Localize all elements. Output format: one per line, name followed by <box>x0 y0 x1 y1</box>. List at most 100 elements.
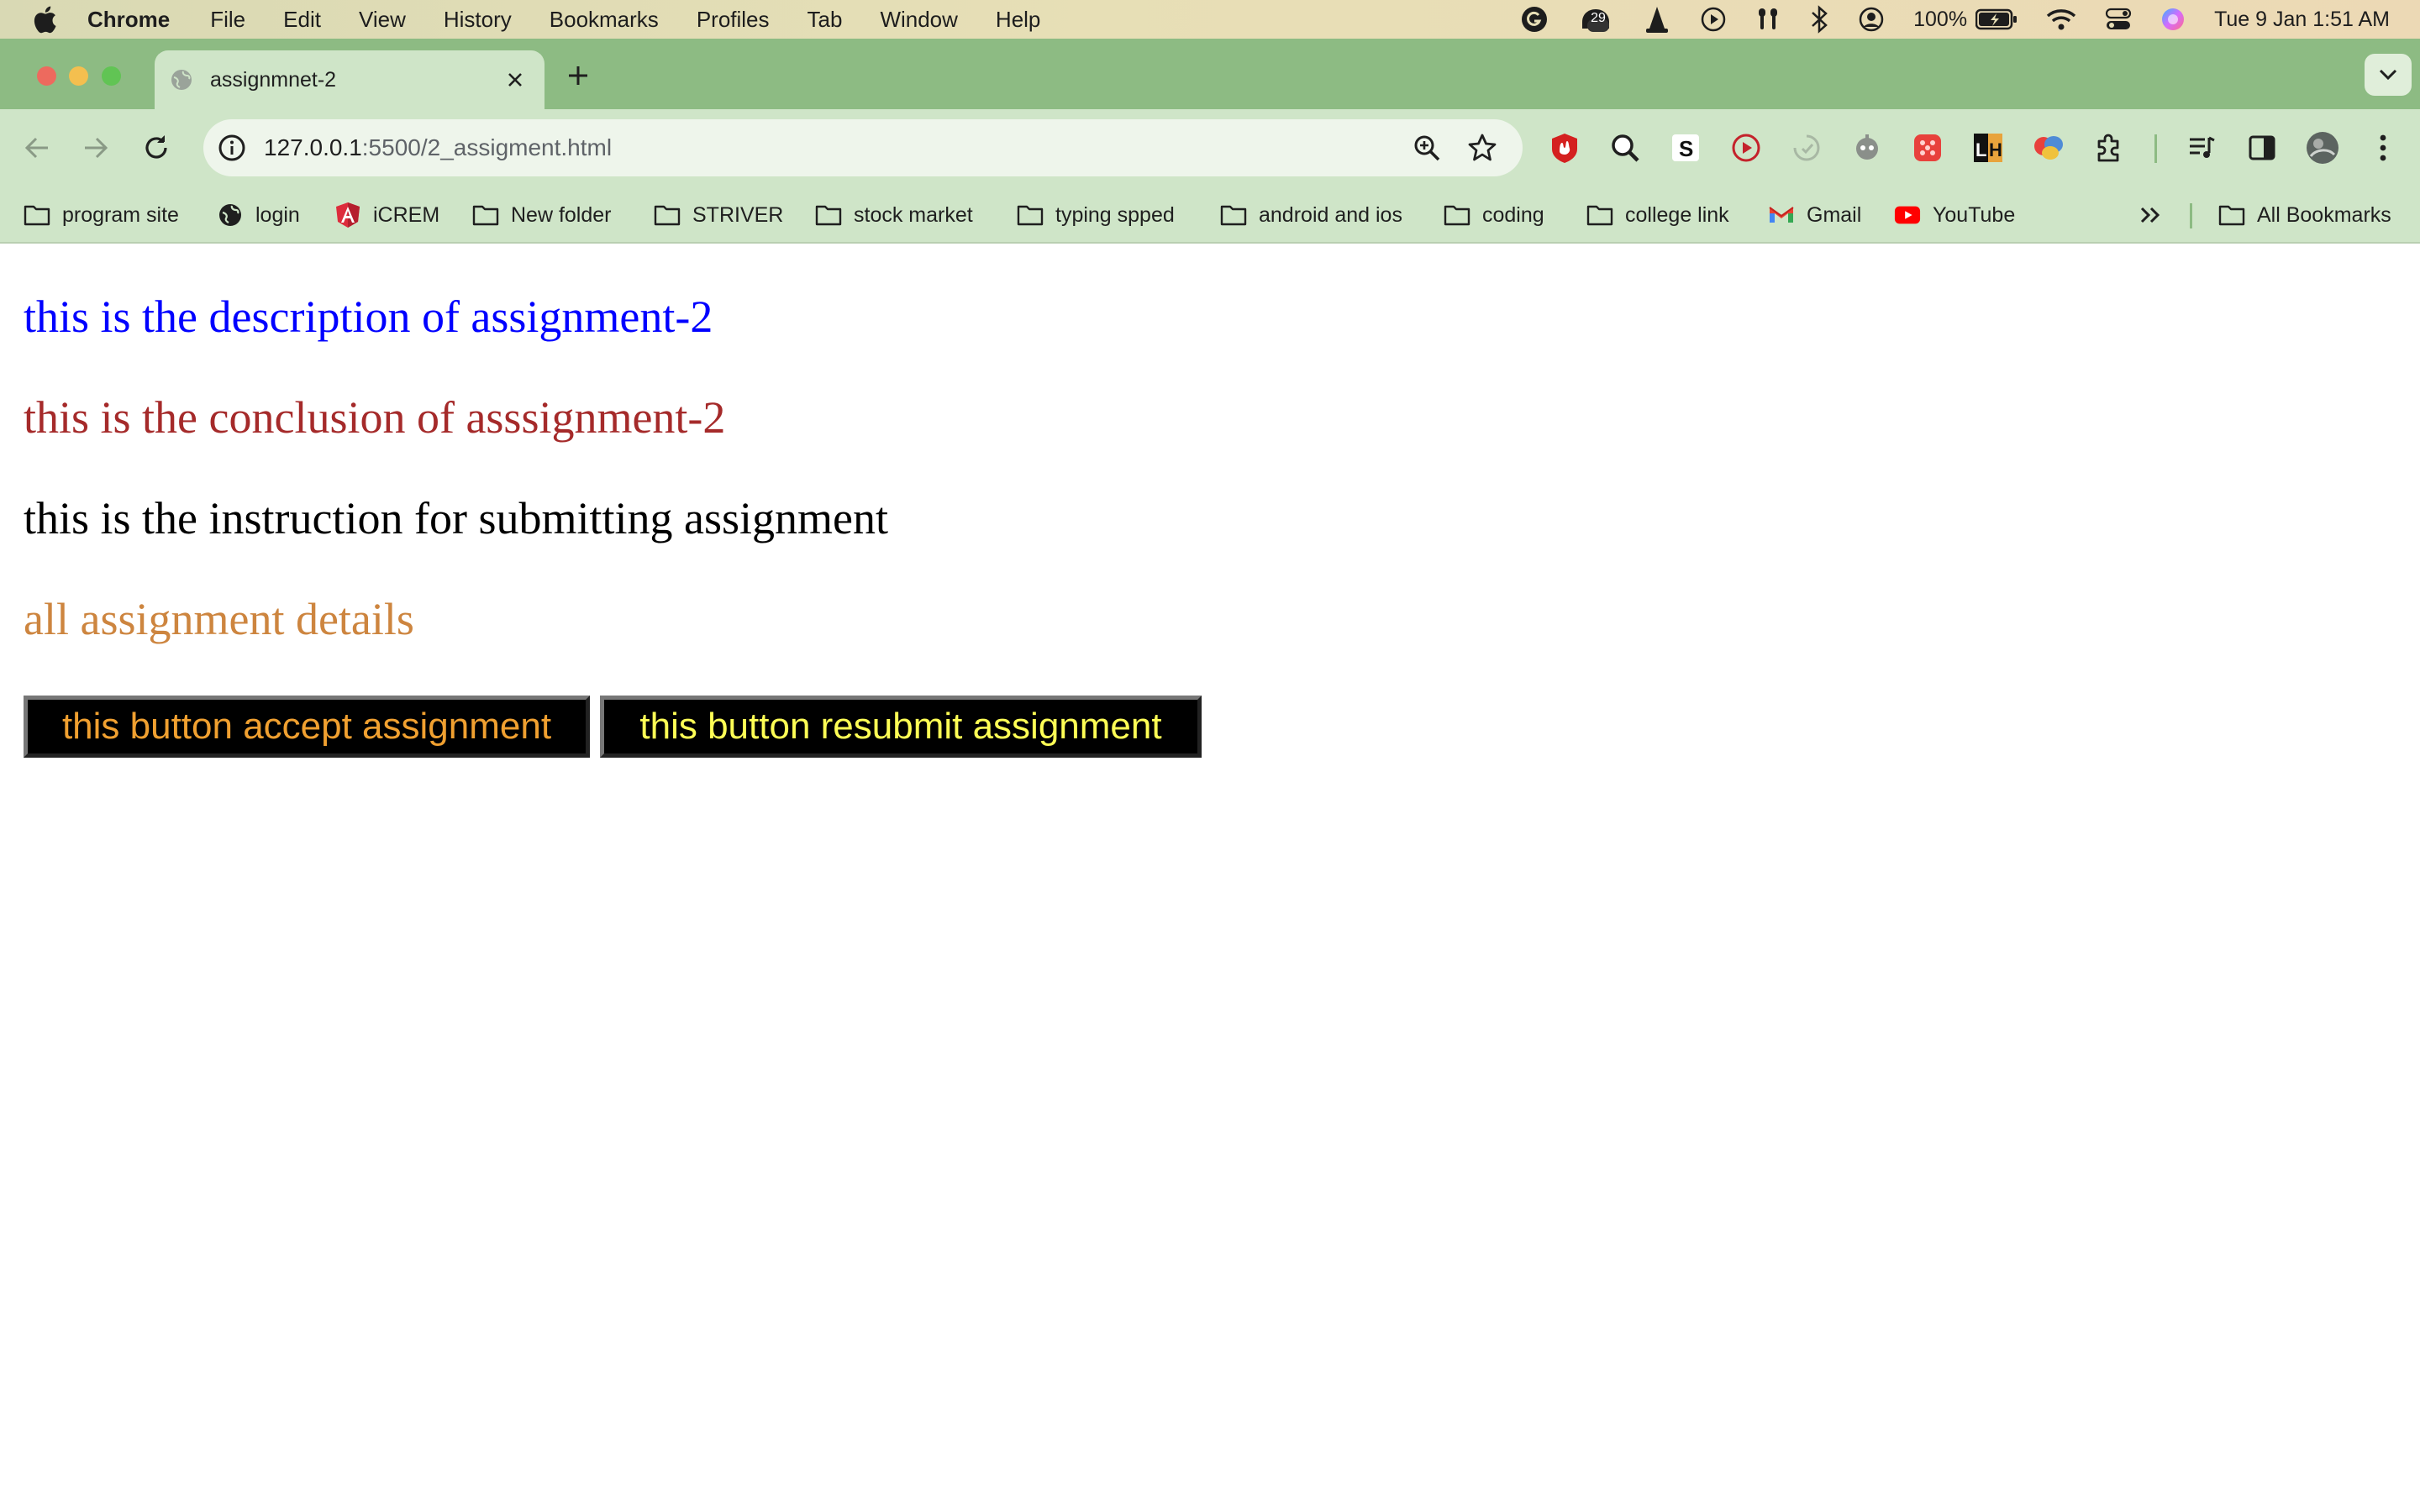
siri-icon[interactable] <box>2160 0 2186 39</box>
s-extension-icon[interactable]: S <box>1667 129 1704 166</box>
bookmark-login[interactable]: login <box>217 198 300 232</box>
chevron-down-icon <box>2379 69 2397 81</box>
bookmark-gmail[interactable]: Gmail <box>1768 198 1861 232</box>
record-extension-icon[interactable] <box>1728 129 1765 166</box>
globe-icon <box>217 202 244 228</box>
bookmark-label: android and ios <box>1259 202 1402 227</box>
resubmit-assignment-button[interactable]: this button resubmit assignment <box>600 696 1202 758</box>
url-host: 127.0.0.1 <box>264 134 362 160</box>
lh-extension-icon[interactable]: LH <box>1970 129 2007 166</box>
reload-icon <box>145 135 167 159</box>
toolbar-divider <box>2154 134 2157 163</box>
folder-icon <box>2218 202 2245 228</box>
ublock-extension-icon[interactable] <box>1546 129 1583 166</box>
airpods-icon[interactable] <box>1755 0 1781 39</box>
menu-view[interactable]: View <box>359 7 406 33</box>
tab-strip: assignmnet-2 <box>0 39 2420 109</box>
arrow-left-icon <box>24 137 48 159</box>
menu-help[interactable]: Help <box>996 7 1040 33</box>
angular-icon <box>334 202 361 228</box>
details-text: all assignment details <box>24 594 414 644</box>
bookmark-typing-spped[interactable]: typing spped <box>1017 198 1175 232</box>
window-zoom-button[interactable] <box>102 66 121 86</box>
red-app-extension-icon[interactable] <box>1909 129 1946 166</box>
bookmark-label: typing spped <box>1055 202 1175 227</box>
folder-icon <box>472 202 499 228</box>
bookmark-label: program site <box>62 202 179 227</box>
brain-extension-icon[interactable] <box>2030 129 2067 166</box>
bookmark-youtube[interactable]: YouTube <box>1894 198 2015 232</box>
menu-history[interactable]: History <box>444 7 512 33</box>
bookmark-star-icon[interactable] <box>1465 131 1499 165</box>
folder-icon <box>815 202 842 228</box>
menu-bookmarks[interactable]: Bookmarks <box>550 7 659 33</box>
bookmark-new-folder[interactable]: New folder <box>472 198 612 232</box>
tab-search-button[interactable] <box>2365 54 2412 96</box>
window-minimize-button[interactable] <box>69 66 88 86</box>
window-close-button[interactable] <box>37 66 56 86</box>
gmail-icon <box>1768 202 1795 228</box>
bookmark-striver[interactable]: STRIVER <box>654 198 783 232</box>
bookmark-label: coding <box>1482 202 1544 227</box>
menu-bar-status-area: 29 100% Tue 9 Jan 1:51 AM <box>1491 0 2390 39</box>
svg-text:H: H <box>1989 139 2002 160</box>
menu-window[interactable]: Window <box>880 7 957 33</box>
apple-logo-icon[interactable] <box>32 5 57 34</box>
page-content: this is the description of assignment-2 … <box>0 244 2420 1512</box>
bookmark-coding[interactable]: coding <box>1444 198 1544 232</box>
site-info-icon[interactable] <box>215 131 249 165</box>
zoom-icon[interactable] <box>1410 131 1444 165</box>
media-control-icon[interactable] <box>2183 129 2220 166</box>
arrow-right-icon <box>85 137 108 159</box>
side-panel-icon[interactable] <box>2244 129 2281 166</box>
forward-button[interactable] <box>79 131 113 165</box>
menu-edit[interactable]: Edit <box>283 7 321 33</box>
loading-extension-icon[interactable] <box>1788 129 1825 166</box>
menu-file[interactable]: File <box>210 7 245 33</box>
accept-assignment-button[interactable]: this button accept assignment <box>24 696 590 758</box>
clock-datetime[interactable]: Tue 9 Jan 1:51 AM <box>2214 0 2390 39</box>
magnifier-extension-icon[interactable] <box>1607 129 1644 166</box>
bookmark-android-and-ios[interactable]: android and ios <box>1220 198 1402 232</box>
menu-profiles[interactable]: Profiles <box>697 7 770 33</box>
url-text[interactable]: 127.0.0.1:5500/2_assigment.html <box>264 134 612 161</box>
profile-avatar[interactable] <box>2304 129 2341 166</box>
menu-tab[interactable]: Tab <box>808 7 843 33</box>
bookmark-program-site[interactable]: program site <box>24 198 179 232</box>
folder-icon <box>654 202 681 228</box>
more-menu-icon[interactable] <box>2365 129 2402 166</box>
bookmark-label: stock market <box>854 202 973 227</box>
menu-app-name[interactable]: Chrome <box>87 7 170 33</box>
bookmark-stock-market[interactable]: stock market <box>815 198 973 232</box>
youtube-icon <box>1894 202 1921 228</box>
folder-icon <box>24 202 50 228</box>
user-account-icon[interactable] <box>1858 0 1885 39</box>
battery-icon[interactable] <box>1975 0 2018 39</box>
bluetooth-icon[interactable] <box>1809 0 1829 39</box>
back-button[interactable] <box>20 131 54 165</box>
folder-icon <box>1586 202 1613 228</box>
wifi-icon[interactable] <box>2046 0 2076 39</box>
reload-button[interactable] <box>139 131 173 165</box>
grammarly-icon[interactable] <box>1520 0 1549 39</box>
all-bookmarks-button[interactable]: All Bookmarks <box>2218 198 2391 232</box>
control-center-icon[interactable] <box>2105 0 2132 39</box>
robot-extension-icon[interactable] <box>1849 129 1886 166</box>
bookmarks-bar: program site login iCREM New folder STRI… <box>0 186 2420 244</box>
notification-badge-icon[interactable]: 29 <box>1577 0 1614 39</box>
battery-percent: 100% <box>1913 7 1968 31</box>
tab-title: assignmnet-2 <box>210 67 337 92</box>
tab-close-icon[interactable] <box>501 66 529 94</box>
play-circle-icon[interactable] <box>1700 0 1727 39</box>
notification-count: 29 <box>1591 11 1606 25</box>
tab-active[interactable]: assignmnet-2 <box>155 50 544 109</box>
instruction-text: this is the instruction for submitting a… <box>24 493 888 543</box>
vlc-cone-icon[interactable] <box>1643 0 1671 39</box>
bookmark-college-link[interactable]: college link <box>1586 198 1729 232</box>
address-bar[interactable]: 127.0.0.1:5500/2_assigment.html <box>203 119 1523 176</box>
bookmark-icrem[interactable]: iCREM <box>334 198 439 232</box>
bookmarks-overflow-chevron-icon[interactable] <box>2139 198 2161 232</box>
svg-text:L: L <box>1975 139 1986 160</box>
extensions-puzzle-icon[interactable] <box>2091 129 2128 166</box>
new-tab-button[interactable] <box>563 60 593 91</box>
